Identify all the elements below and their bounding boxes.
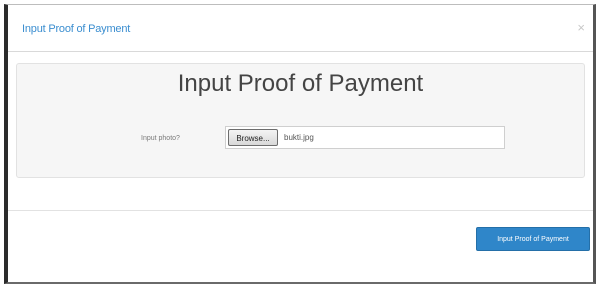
footer-divider [8,210,593,211]
panel-title: Input Proof of Payment [177,70,424,97]
file-input[interactable]: Browse... bukti.jpg [225,126,505,149]
selected-file-name: bukti.jpg [284,133,314,142]
modal-header-title: Input Proof of Payment [22,23,131,35]
proof-of-payment-modal: Input Proof of Payment × Input Proof of … [4,4,596,284]
modal-header: Input Proof of Payment × [8,5,593,52]
input-photo-label: Input photo? [141,135,180,142]
form-panel: Input Proof of Payment Input photo? Brow… [16,63,585,178]
browse-button[interactable]: Browse... [228,129,278,146]
close-icon[interactable]: × [577,20,585,35]
submit-proof-button[interactable]: Input Proof of Payment [476,227,590,251]
